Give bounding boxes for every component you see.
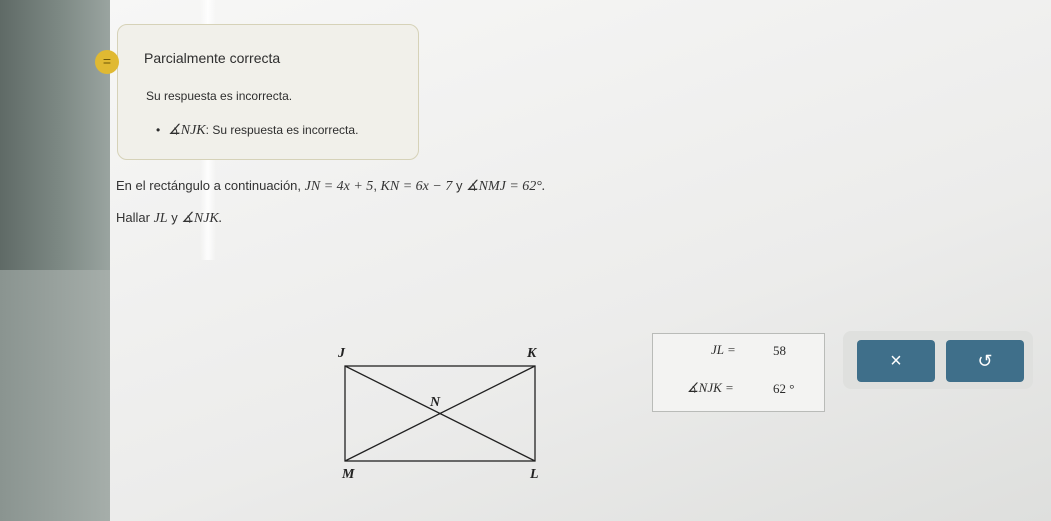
answer-jl-input[interactable]: 58 [773, 343, 786, 359]
undo-icon: ↺ [977, 351, 993, 371]
rectangle-diagram: J K N M L [337, 346, 539, 482]
bullet-icon: • [156, 123, 161, 137]
vertex-label-k: K [526, 346, 538, 361]
problem-question: Hallar JL y ∡NJK. [116, 210, 222, 227]
question-angle: ∡NJK. [181, 211, 223, 226]
question-prefix: Hallar [116, 210, 154, 225]
background-left-strip-lower [0, 270, 115, 521]
problem-eq-angle: ∡NMJ = 62°. [466, 179, 546, 194]
feedback-title: Parcialmente correcta [144, 50, 281, 66]
vertex-label-l: L [529, 467, 539, 482]
clear-button[interactable]: × [857, 340, 935, 382]
question-y: y [167, 210, 182, 225]
vertex-label-m: M [341, 467, 355, 482]
question-jl: JL [153, 211, 168, 226]
answer-angle-input[interactable]: 62 ° [773, 381, 794, 397]
problem-intro: En el rectángulo a continuación, [116, 178, 305, 193]
feedback-item: • ∡NJK: Su respuesta es incorrecta. [156, 122, 358, 139]
close-icon: × [890, 350, 902, 372]
problem-conj: y [452, 178, 467, 193]
feedback-item-symbol: ∡NJK [168, 123, 206, 138]
feedback-item-text: : Su respuesta es incorrecta. [205, 123, 359, 137]
problem-eq-kn: KN = 6x − 7 [380, 179, 453, 194]
problem-eq-jn: JN = 4x + 5 [304, 179, 374, 194]
answer-box [652, 333, 825, 412]
problem-statement: En el rectángulo a continuación, JN = 4x… [116, 178, 545, 195]
problem-sep: , [373, 178, 381, 193]
feedback-message: Su respuesta es incorrecta. [146, 89, 293, 103]
answer-jl-label: JL = [711, 342, 736, 357]
answer-angle-label: ∡NJK = [687, 380, 734, 395]
vertex-label-j: J [337, 346, 346, 361]
undo-button[interactable]: ↺ [946, 340, 1024, 382]
vertex-label-n: N [429, 395, 441, 410]
feedback-equal-icon: = [95, 50, 119, 74]
